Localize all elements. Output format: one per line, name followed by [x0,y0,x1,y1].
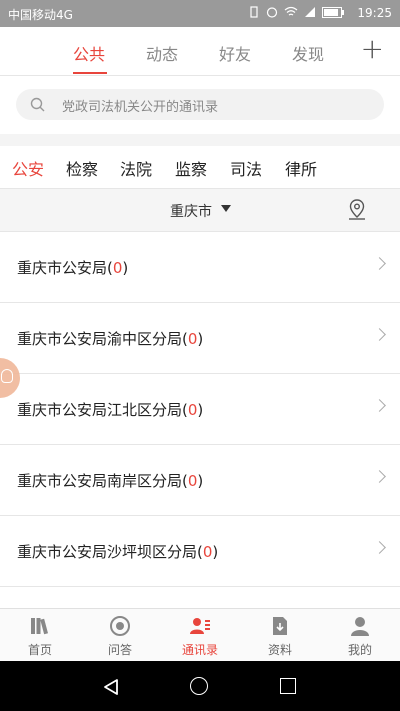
list-item[interactable]: 重庆市公安局南岸区分局(0) [0,445,400,516]
back-icon[interactable] [102,678,120,696]
list-item-label: 重庆市公安局渝中区分局(0) [17,330,204,348]
bottom-nav-label: 问答 [107,643,132,657]
chat-icon [110,616,130,636]
tab-friends[interactable]: 好友 [219,41,251,65]
clock: 19:25 [357,6,392,20]
signal-icon [305,7,315,17]
contacts-icon [190,618,210,634]
caret-down-icon[interactable] [221,205,231,212]
bottom-nav-label: 首页 [27,643,52,657]
top-nav: 公共 动态 好友 发现 + [0,27,400,76]
bottom-nav-label: 我的 [347,643,372,657]
category-court[interactable]: 法院 [120,156,152,180]
alarm-icon [266,7,278,18]
city-selector-row: 重庆市 [0,189,400,232]
bottom-nav-documents[interactable]: 资料 [240,609,320,662]
location-pin-icon[interactable] [345,198,369,222]
category-justice[interactable]: 司法 [230,156,262,180]
user-icon [351,617,369,636]
list-item-label: 重庆市公安局(0) [17,259,129,277]
chevron-right-icon [373,470,386,483]
bottom-nav-qa[interactable]: 问答 [80,609,160,662]
category-police[interactable]: 公安 [12,156,44,180]
list-item[interactable]: 重庆市公安局(0) [0,232,400,303]
chevron-right-icon [373,328,386,341]
chevron-right-icon [373,541,386,554]
search-icon [30,97,45,112]
status-icons [248,6,344,18]
chevron-right-icon [373,257,386,270]
list-item[interactable]: 重庆市公安局渝中区分局(0) [0,303,400,374]
books-icon [31,618,49,635]
category-tabs: 公安 检察 法院 监察 司法 律所 [0,146,400,189]
recent-apps-icon[interactable] [280,678,296,694]
chevron-right-icon [373,399,386,412]
list-item[interactable]: 重庆市公安局江北区分局(0) [0,374,400,445]
bottom-nav-label: 资料 [267,643,292,657]
home-icon[interactable] [190,677,208,695]
document-download-icon [273,617,287,635]
tab-activity[interactable]: 动态 [146,41,178,65]
count: 0 [112,259,123,277]
directory-list: 重庆市公安局(0) 重庆市公安局渝中区分局(0) 重庆市公安局江北区分局(0) … [0,232,400,587]
count: 0 [187,472,198,490]
wifi-icon [284,6,298,16]
bottom-nav-home[interactable]: 首页 [0,609,80,662]
tab-public[interactable]: 公共 [73,41,105,65]
system-nav-bar [0,661,400,711]
list-item[interactable]: 重庆市公安局沙坪坝区分局(0) [0,516,400,587]
bottom-nav-profile[interactable]: 我的 [320,609,400,662]
category-law-firm[interactable]: 律所 [285,156,317,180]
search-input[interactable]: 党政司法机关公开的通讯录 [16,89,384,120]
section-divider [0,134,400,146]
count: 0 [187,401,198,419]
bottom-nav-label: 通讯录 [181,643,218,657]
add-icon[interactable]: + [361,35,384,63]
list-item-label: 重庆市公安局南岸区分局(0) [17,472,204,490]
category-supervision[interactable]: 监察 [175,156,207,180]
vibrate-icon [250,6,258,18]
search-section: 党政司法机关公开的通讯录 [0,76,400,134]
lightbulb-icon [1,369,13,383]
list-item-label: 重庆市公安局沙坪坝区分局(0) [17,543,219,561]
count: 0 [202,543,213,561]
bottom-nav: 首页 问答 通讯录 资料 我的 [0,608,400,662]
active-tab-indicator [73,72,107,74]
carrier-label: 中国移动4G [8,8,73,22]
city-selector[interactable]: 重庆市 [170,201,212,221]
tab-discover[interactable]: 发现 [292,41,324,65]
battery-icon [322,6,344,18]
bottom-nav-contacts[interactable]: 通讯录 [160,609,240,662]
status-bar: 中国移动4G 19:25 [0,0,400,27]
category-procuratorate[interactable]: 检察 [66,156,98,180]
search-placeholder: 党政司法机关公开的通讯录 [62,100,219,115]
count: 0 [187,330,198,348]
list-item-label: 重庆市公安局江北区分局(0) [17,401,204,419]
